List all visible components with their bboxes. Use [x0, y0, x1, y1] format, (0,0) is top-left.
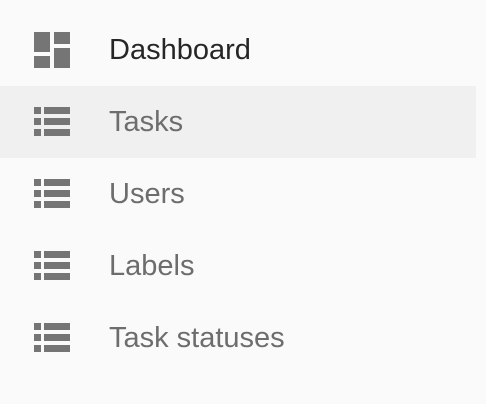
list-icon: [34, 251, 70, 280]
list-icon: [34, 107, 70, 136]
sidebar-item-label: Users: [109, 178, 185, 210]
sidebar-item-label: Labels: [109, 250, 195, 282]
sidebar-item-labels[interactable]: Labels: [0, 230, 476, 302]
sidebar-item-label: Tasks: [109, 106, 184, 138]
sidebar-item-task-statuses[interactable]: Task statuses: [0, 302, 476, 374]
list-icon: [34, 179, 70, 208]
sidebar-item-dashboard[interactable]: Dashboard: [0, 14, 476, 86]
sidebar-item-label: Dashboard: [109, 34, 251, 66]
sidebar: Dashboard Tasks Users Labels Task status…: [0, 0, 486, 404]
sidebar-menu: Dashboard Tasks Users Labels Task status…: [0, 14, 476, 374]
sidebar-item-label: Task statuses: [109, 322, 285, 354]
dashboard-icon: [34, 32, 70, 68]
sidebar-item-users[interactable]: Users: [0, 158, 476, 230]
sidebar-item-tasks[interactable]: Tasks: [0, 86, 476, 158]
list-icon: [34, 323, 70, 352]
